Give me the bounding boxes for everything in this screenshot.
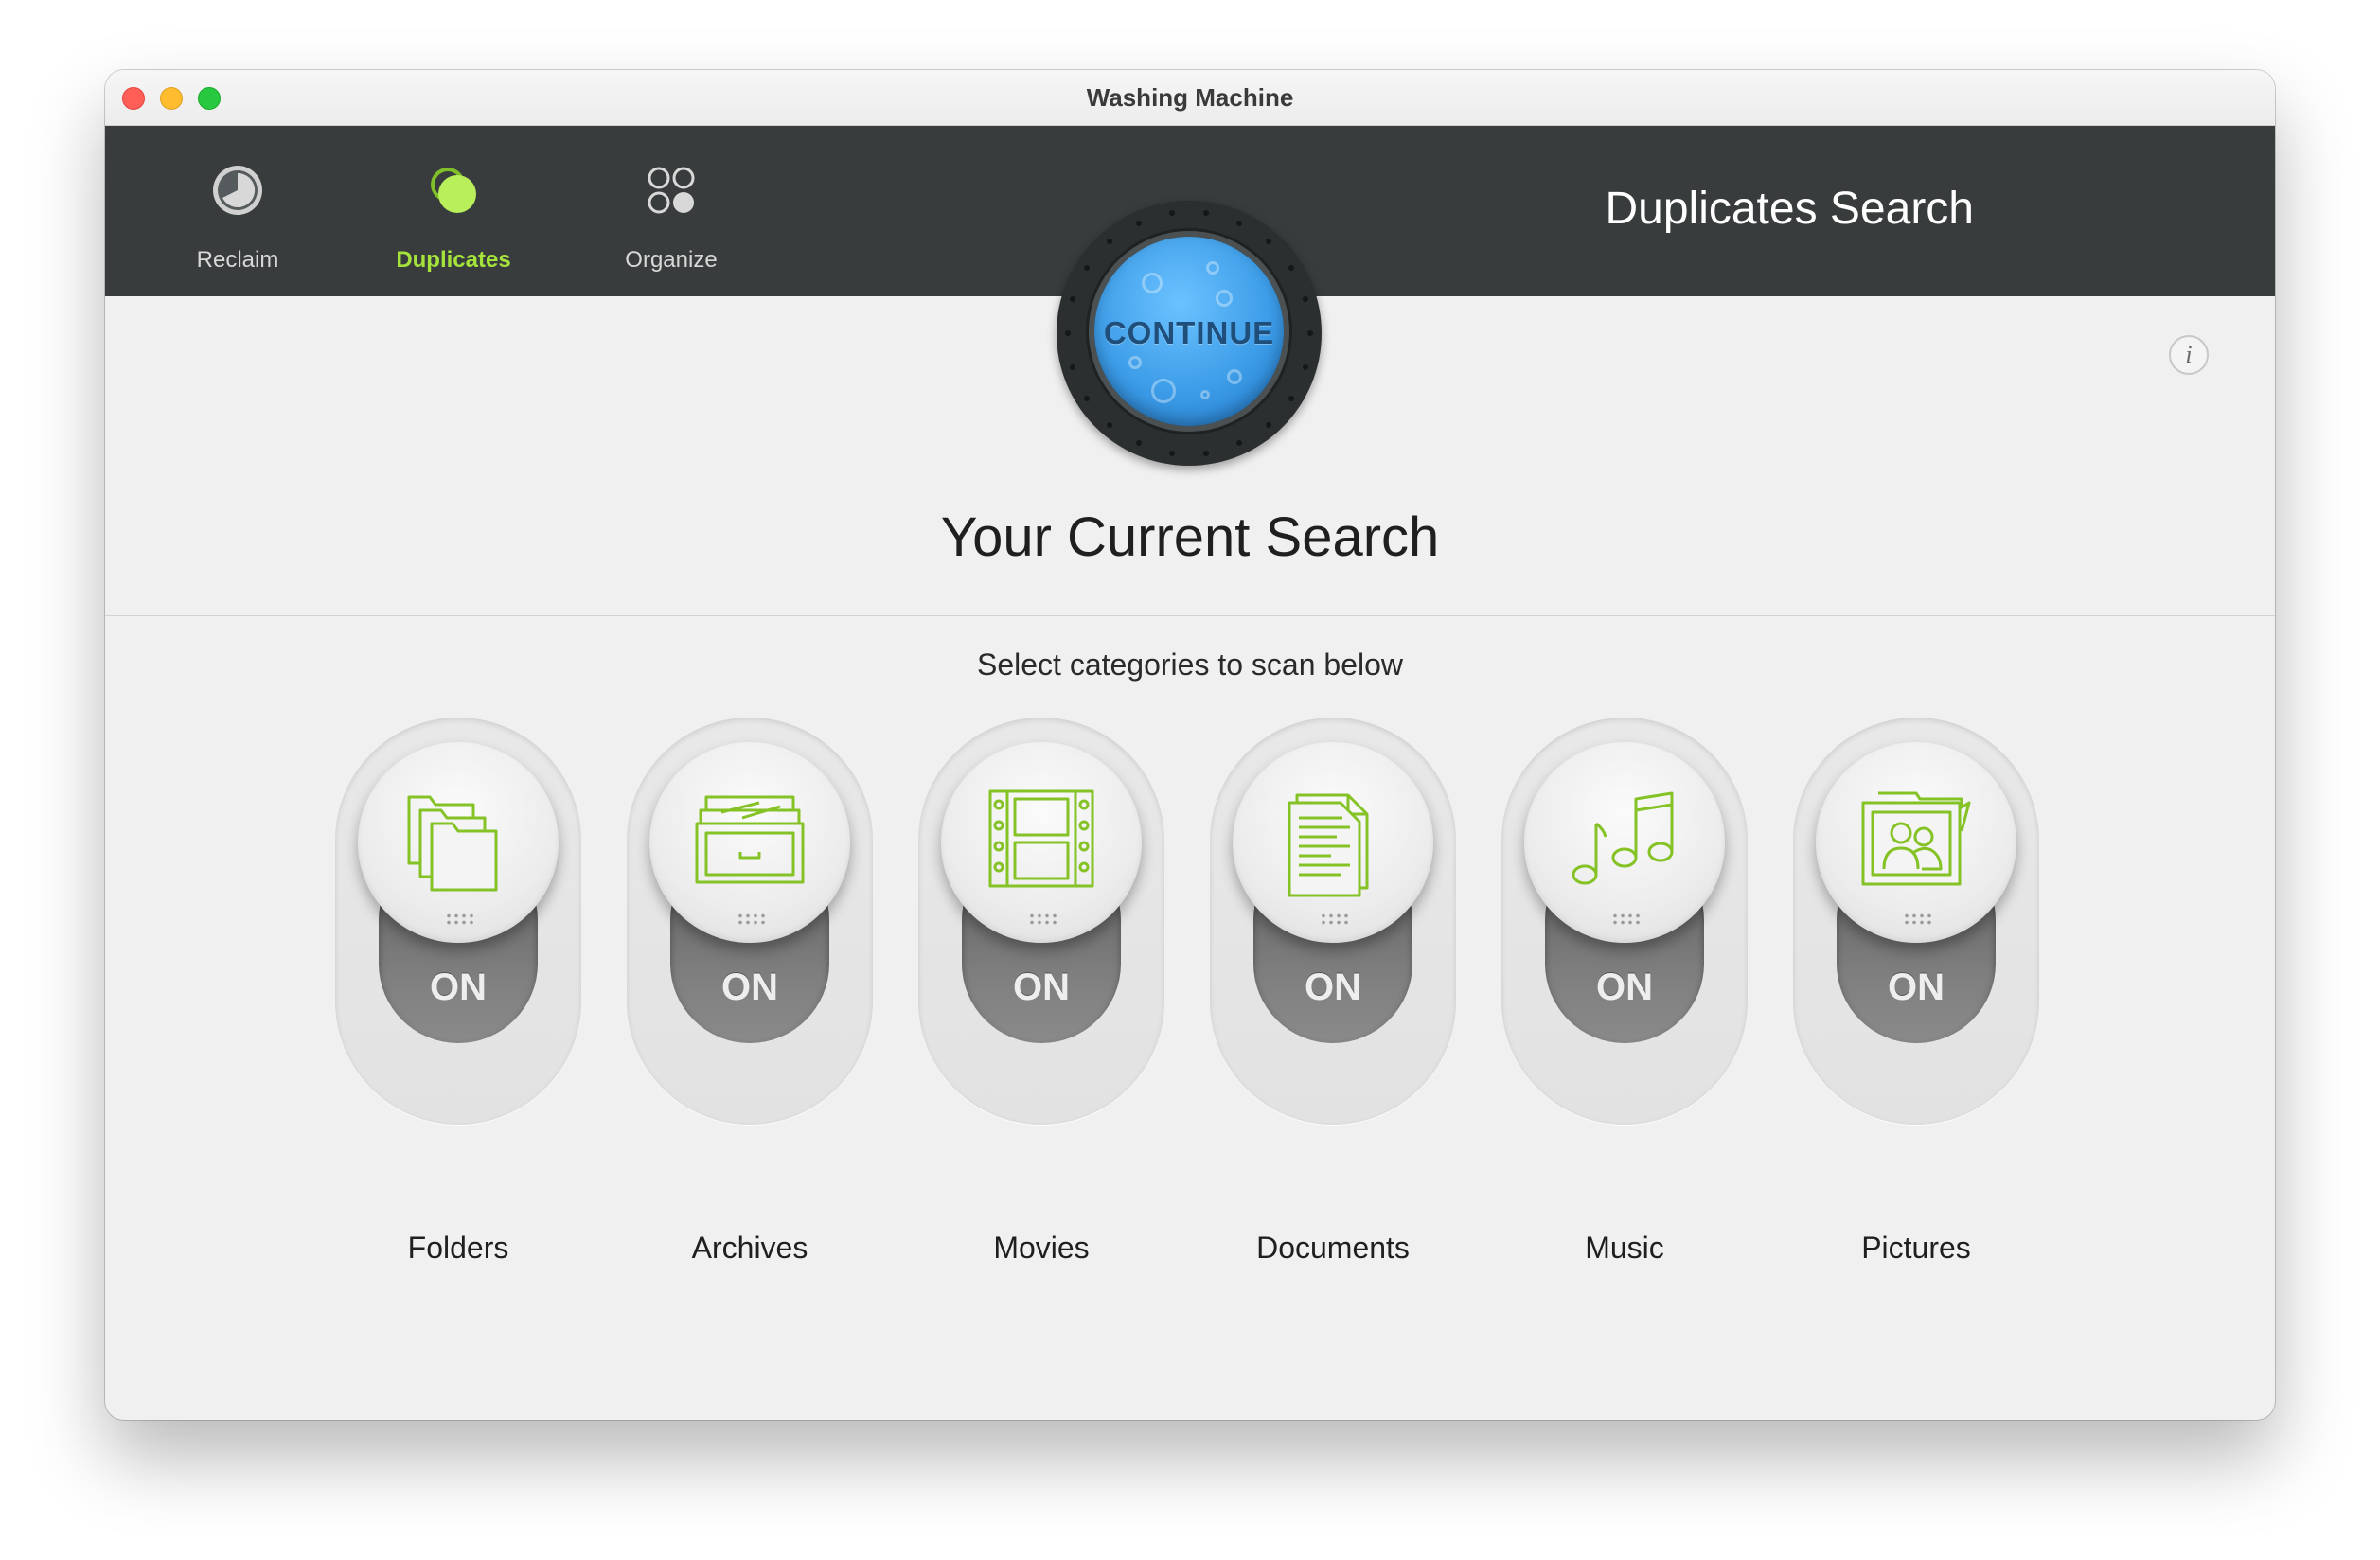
page-subtitle: Select categories to scan below — [976, 647, 1404, 682]
bezel-dot — [1265, 421, 1271, 428]
continue-button[interactable]: CONTINUE — [1094, 237, 1284, 426]
bezel-dot — [1168, 210, 1175, 217]
category-label: Pictures — [1861, 1231, 1971, 1265]
bezel-dot — [1203, 210, 1210, 217]
organize-circles-icon — [648, 167, 695, 214]
bubble-icon — [1151, 379, 1176, 403]
info-button[interactable]: i — [2169, 335, 2209, 375]
bezel-dot — [1107, 239, 1113, 245]
duplicates-bubbles-icon — [431, 168, 476, 213]
tab-organize-label: Organize — [625, 247, 718, 273]
bubble-icon — [1200, 390, 1210, 399]
folders-icon — [407, 795, 498, 892]
bezel-dot — [1084, 396, 1091, 402]
toggle-state-label: ON — [721, 966, 778, 1008]
bezel-dot — [1135, 440, 1142, 447]
bezel-dot — [1168, 450, 1175, 456]
bezel-dot — [1288, 396, 1294, 402]
bezel-dot — [1084, 264, 1091, 271]
tab-reclaim[interactable]: Reclaim — [133, 126, 342, 296]
title-bar: Washing Machine — [105, 70, 2275, 126]
bubble-icon — [1128, 356, 1142, 369]
window-title: Washing Machine — [1086, 83, 1294, 112]
divider — [105, 615, 2275, 616]
bezel-dot — [1302, 295, 1308, 302]
bubble-icon — [1206, 261, 1219, 275]
category-label: Folders — [407, 1231, 509, 1265]
pictures-icon — [1861, 791, 1971, 886]
grip-dots — [1028, 913, 1057, 926]
grip-dots — [1611, 913, 1640, 926]
tab-reclaim-label: Reclaim — [196, 247, 279, 273]
tab-organize[interactable]: Organize — [567, 126, 775, 296]
category-pictures: ON Pictures — [1793, 718, 2039, 1265]
toggle-state-label: ON — [430, 966, 487, 1008]
bezel-dot — [1236, 220, 1243, 226]
pictures-toggle-knob[interactable] — [1816, 742, 2016, 943]
bubble-icon — [1142, 273, 1163, 293]
bezel-dot — [1065, 330, 1071, 336]
section-heading: Duplicates Search — [1605, 184, 1974, 234]
movies-toggle-knob[interactable] — [941, 742, 1142, 943]
toggle-state-label: ON — [1888, 966, 1945, 1008]
archives-toggle-knob[interactable] — [649, 742, 850, 943]
documents-toggle-knob[interactable] — [1233, 742, 1433, 943]
bezel-dot — [1070, 295, 1076, 302]
app-window: Washing Machine Reclaim Duplicates Organ… — [105, 70, 2275, 1420]
bezel-dot — [1302, 364, 1308, 371]
bezel-dot — [1236, 440, 1243, 447]
bezel-dot — [1203, 450, 1210, 456]
tab-duplicates-label: Duplicates — [396, 247, 511, 273]
bubble-icon — [1227, 369, 1242, 384]
category-music: ON Music — [1501, 718, 1748, 1265]
category-archives: ON Archives — [627, 718, 873, 1265]
movies-icon — [988, 789, 1094, 888]
toggle-state-label: ON — [1305, 966, 1361, 1008]
category-label: Movies — [993, 1231, 1090, 1265]
grip-dots — [1320, 913, 1348, 926]
grip-dots — [445, 913, 473, 926]
bubble-icon — [1216, 290, 1233, 307]
continue-button-bezel: CONTINUE — [1057, 201, 1322, 466]
category-label: Documents — [1256, 1231, 1410, 1265]
folders-toggle-knob[interactable] — [358, 742, 559, 943]
category-label: Music — [1585, 1231, 1664, 1265]
archives-icon — [695, 795, 805, 884]
page-title: Your Current Search — [940, 506, 1440, 568]
music-icon — [1572, 791, 1674, 885]
bezel-dot — [1265, 239, 1271, 245]
reclaim-clock-icon — [213, 166, 262, 215]
continue-label: CONTINUE — [1103, 315, 1275, 350]
music-toggle-knob[interactable] — [1524, 742, 1725, 943]
category-movies: ON Movies — [918, 718, 1164, 1265]
category-label: Archives — [691, 1231, 808, 1265]
bezel-dot — [1070, 364, 1076, 371]
documents-icon — [1288, 793, 1369, 897]
tab-duplicates[interactable]: Duplicates — [349, 126, 558, 296]
bezel-dot — [1107, 421, 1113, 428]
bezel-dot — [1288, 264, 1294, 271]
toggle-state-label: ON — [1013, 966, 1070, 1008]
bezel-dot — [1307, 330, 1313, 336]
grip-dots — [737, 913, 765, 926]
grip-dots — [1903, 913, 1931, 926]
category-documents: ON Documents — [1210, 718, 1456, 1265]
bezel-dot — [1135, 220, 1142, 226]
category-folders: ON Folders — [335, 718, 581, 1265]
toggle-state-label: ON — [1596, 966, 1653, 1008]
